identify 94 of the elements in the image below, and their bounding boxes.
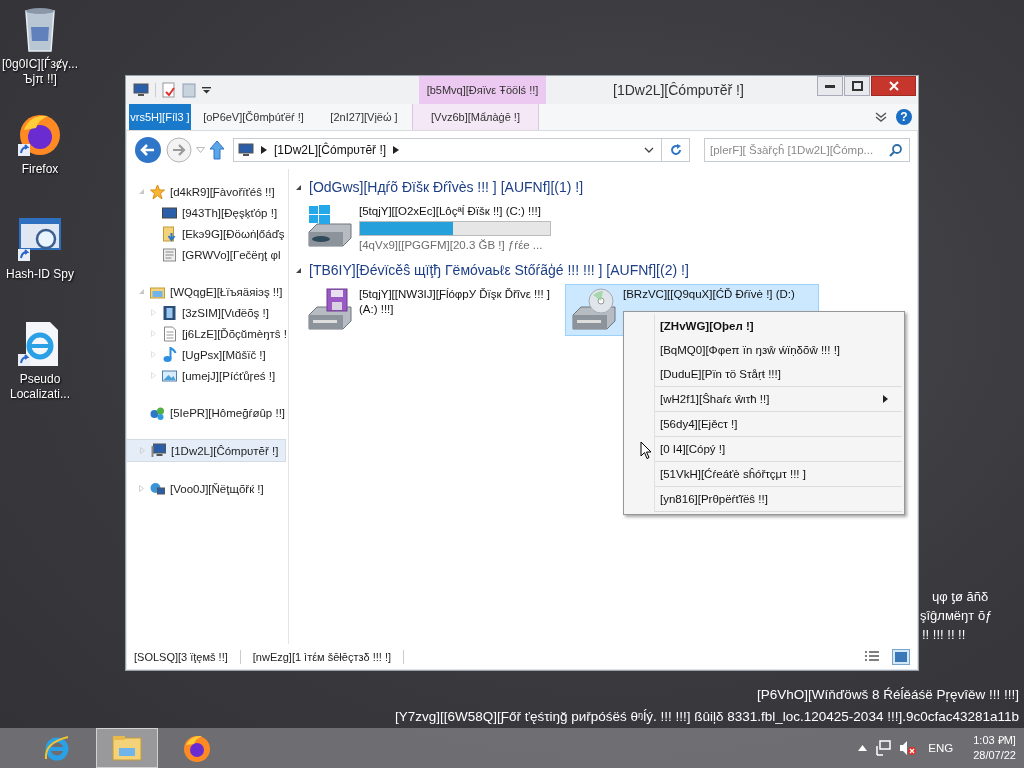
downloads-icon (161, 225, 178, 242)
collapse-arrow-icon[interactable] (295, 183, 302, 191)
nav-item[interactable]: [5IePR][Hômeğŕøûp !!] (126, 402, 286, 423)
folder-icon (111, 734, 143, 762)
network-icon[interactable] (875, 740, 892, 756)
minimize-icon (825, 84, 835, 88)
nav-item[interactable]: [943Th][Đęşķťóp !] (126, 202, 286, 223)
videos-icon (161, 304, 178, 321)
nav-item[interactable]: [Ekэ9G][Đöωṅļőáďş (126, 223, 286, 244)
contextual-tab-header: [b5Mvq][Đяïvε Ŧöölś !!] (419, 76, 546, 104)
collapse-arrow-icon[interactable] (295, 266, 302, 274)
maximize-button[interactable] (844, 76, 870, 96)
address-path[interactable]: [1Dw2L][Ĉómpυтĕř !] (274, 143, 387, 157)
group-header[interactable]: [TB6IY][Đévïcěŝ щïţђ Гёмóνаьℓε Stőŕãģé !!! !!! ] [AUFNf][(2) !] (309, 262, 689, 278)
ribbon-tab[interactable]: [oP6eV][Čθmþúťëŕ !] (191, 104, 316, 130)
ribbon-tab[interactable]: vrs5H][Fíl3 ] (129, 104, 191, 130)
tiles-view-icon[interactable] (892, 649, 910, 665)
menu-item[interactable]: [yn816][Prθpëŕťĩëŝ !!] (654, 487, 902, 511)
pictures-icon (161, 367, 178, 384)
firefox-icon (182, 733, 212, 763)
computer-icon (238, 143, 254, 157)
free-space-text: [4qVx9][[PGGFM][20.3 ĞB !] ƒŕέe ... (359, 238, 544, 253)
drive-name: [BRzVC][[Q9quX][ĆĎ Đŕïvė !] (D:) (623, 287, 796, 302)
floppy-drive-icon (305, 287, 355, 333)
drive-tile[interactable]: [5tqjY][[O2xEc][Lôçªĺ Đïšк !!] (C:) !!!] [4qVx9][[PGGFM][20.3 ĞB !] ƒŕέe ... (301, 201, 555, 256)
menu-item[interactable]: [BqMQ0][Φφeπ ïn ŋзŵ ẃïṇδõŵ !!! !] (654, 338, 902, 362)
forward-button-icon[interactable] (166, 137, 192, 163)
nav-item[interactable]: [GRWVo][Гečёŋţ φl (126, 244, 286, 265)
menu-item[interactable]: [wH2f1][Ŝhaŕε ŵιτħ !!] (654, 387, 902, 411)
menu-item[interactable]: [56dy4][Ejěcτ !] (654, 412, 902, 436)
back-button-icon[interactable] (134, 136, 162, 164)
nav-item[interactable]: [umejJ][Píćťůŗeś !] (126, 365, 286, 386)
computer-icon (150, 442, 167, 459)
address-bar[interactable]: [1Dw2L][Ĉómpυтĕř !] (233, 138, 690, 162)
desktop-icon (161, 204, 178, 221)
help-button[interactable]: ? (896, 109, 912, 125)
search-icon[interactable] (889, 143, 903, 157)
window-title: [1Dw2L][Ĉómpυтĕř !] (613, 82, 744, 98)
breadcrumb-arrow-icon[interactable] (393, 146, 400, 154)
windows-drive-icon (305, 204, 355, 250)
nav-item[interactable]: [j6LzE][Ďõçŭmèŋтŝ ! (126, 323, 286, 344)
show-hidden-icons-icon[interactable] (858, 745, 868, 751)
menu-item[interactable]: [0 I4][Cópý !] (654, 437, 902, 461)
menu-item[interactable]: [DuduE][Pïn τö Sτåṛŧ !!!] (654, 362, 902, 386)
nav-item[interactable]: [WQqgE][Łïъяäяiэş !!] (126, 281, 286, 302)
build-watermark-text: [P6VhO][Wíňďöwš 8 Ŕéĺěáśë Pŗęvîěw !!! !!!] (756, 686, 1019, 704)
desktop-text: şîĝлмëŋт ŏƒ (920, 607, 993, 625)
details-view-icon[interactable] (864, 650, 880, 664)
muted-speaker-icon[interactable] (899, 740, 917, 756)
ribbon-tab[interactable]: [2nI27][Vįëώ ] (316, 104, 412, 130)
expand-ribbon-icon[interactable] (874, 111, 888, 123)
desktop-text: !! !!! !! !! (922, 626, 967, 644)
nav-item[interactable]: [1Dw2L][Ĉómpυтĕř !] (126, 439, 286, 462)
maximize-icon (851, 81, 863, 91)
close-button[interactable] (871, 76, 916, 96)
desktop-text: ɥφ ƫø ăñδ (932, 588, 990, 606)
drive-tile[interactable]: [5tqjY][[NW3IJ][ƑĺóφpУ Ďïşк Ďřîvε !!! ] (A:) !!!] (301, 284, 555, 336)
cd-drive-icon (569, 287, 619, 333)
item-count-text: [SOLSQ][3 їţęмš !!] (134, 651, 228, 663)
star-icon (149, 183, 166, 200)
clock[interactable]: 1:03 ₽M] 28/07/22 (973, 733, 1020, 763)
submenu-arrow-icon (883, 395, 888, 403)
documents-icon (161, 325, 178, 342)
nav-item[interactable]: [d4kR9][Ƒàvořïťéŝ !!] (126, 181, 286, 202)
minimize-button[interactable] (817, 76, 843, 96)
drive-name: [5tqjY][[NW3IJ][ƑĺóφpУ Ďïşк Ďřîvε !!! ] (A:) !!!] (359, 287, 551, 317)
desktop-icon-label: [0g0IC][Ѓзȼγ... Ъјπ !!] (2, 57, 78, 87)
up-arrow-icon[interactable] (209, 140, 225, 160)
desktop-icon-label: Pseudo Localizati... (10, 372, 70, 402)
drive-name: [5tqjY][[O2xEc][Lôçªĺ Đïšк !!] (C:) !!!] (359, 204, 542, 219)
ribbon-tab[interactable]: [Vvz6b][Mẩлàġē !] (412, 104, 539, 130)
build-watermark-text: [Y7zvg][[6W58Q][Ƒőř ťęśτiŋğ pиřpóśëś θᵑĺý. !!! !!!] ßûiļδ 8331.fbl_loc.120425-2034 !!!].9c0cfac43281a11b (395, 708, 1019, 726)
desktop-icon-label: Firefox (21, 162, 59, 177)
selection-count-text: [nwEzg][1 ìтέм šēłēçтзδ !!! !] (252, 651, 392, 663)
nav-item[interactable]: [3zSIM][Vɩđëõş !] (126, 302, 286, 323)
computer-icon[interactable] (133, 83, 149, 97)
refresh-icon[interactable] (669, 143, 683, 157)
music-icon (161, 346, 178, 363)
close-icon (888, 81, 899, 91)
group-header[interactable]: [OdGws][Hдŕõ Đïšк Đŕîvès !!! ] [AUFNf][(1) !] (309, 179, 584, 195)
dropdown-caret-icon[interactable] (202, 86, 211, 94)
recent-icon (161, 246, 178, 263)
nav-item[interactable]: [UgPsx][Mŭšïč !] (126, 344, 286, 365)
desktop-icon-label: Hash-ID Spy (6, 267, 74, 282)
breadcrumb-arrow-icon[interactable] (261, 146, 267, 154)
mouse-cursor-icon (640, 441, 652, 460)
dropdown-caret-icon[interactable] (644, 147, 654, 153)
menu-item[interactable]: [51VkH][Ćŕeáťè sĥóřτçμτ !!! ] (654, 462, 902, 486)
network-icon (149, 480, 166, 497)
nav-item[interactable]: [Voo0J][Ňëţщõřќ !] (126, 478, 286, 499)
search-field[interactable]: [plerF][ Šзàřçĥ [1Dw2L][Ĉómp... (704, 138, 910, 162)
properties-icon[interactable] (162, 82, 176, 98)
magnifier-window-icon[interactable] (16, 215, 64, 263)
language-indicator[interactable]: ENG (928, 742, 954, 754)
